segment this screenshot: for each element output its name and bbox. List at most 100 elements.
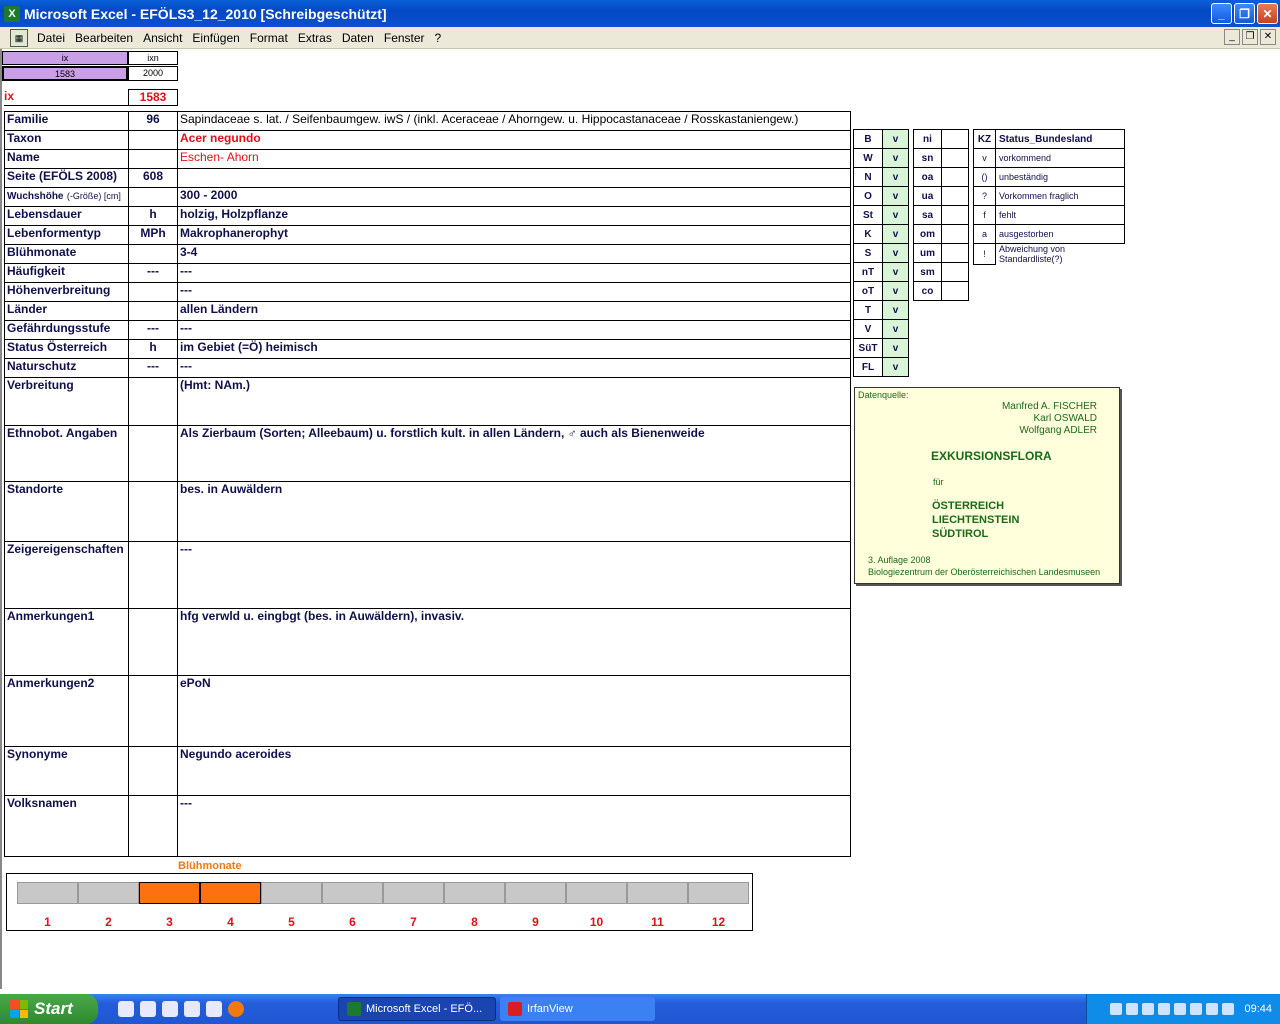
quicklaunch-ie-icon[interactable] bbox=[184, 1001, 200, 1017]
state-code[interactable]: O bbox=[853, 186, 883, 206]
state-code[interactable]: W bbox=[853, 148, 883, 168]
workbook-close-button[interactable]: ✕ bbox=[1260, 29, 1276, 45]
row-label-cell[interactable]: Anmerkungen2 bbox=[4, 675, 129, 747]
state-value[interactable]: v bbox=[882, 243, 909, 263]
region-value[interactable] bbox=[941, 148, 969, 168]
row-value-cell[interactable]: 300 - 2000 bbox=[177, 187, 851, 207]
state-value[interactable]: v bbox=[882, 300, 909, 320]
row-value-cell[interactable]: ePoN bbox=[177, 675, 851, 747]
legend-code[interactable]: a bbox=[973, 224, 996, 244]
quicklaunch-desktop-icon[interactable] bbox=[118, 1001, 134, 1017]
row-label-cell[interactable]: Standorte bbox=[4, 481, 129, 542]
row-value-cell[interactable]: bes. in Auwäldern bbox=[177, 481, 851, 542]
row-code-cell[interactable]: h bbox=[128, 339, 178, 359]
row-value-cell[interactable]: Als Zierbaum (Sorten; Alleebaum) u. fors… bbox=[177, 425, 851, 482]
region-value[interactable] bbox=[941, 129, 969, 149]
state-code[interactable]: oT bbox=[853, 281, 883, 301]
row-code-cell[interactable] bbox=[128, 149, 178, 169]
state-code[interactable]: V bbox=[853, 319, 883, 339]
start-button[interactable]: Start bbox=[0, 994, 98, 1024]
legend-label[interactable]: vorkommend bbox=[995, 148, 1125, 168]
bluehmonate-chart[interactable]: 1 2 3 4 5 6 7 8 9 10 11 12 bbox=[6, 873, 753, 931]
row-label-cell[interactable]: Name bbox=[4, 149, 129, 169]
row-code-cell[interactable] bbox=[128, 244, 178, 264]
row-value-cell[interactable]: Eschen- Ahorn bbox=[177, 149, 851, 169]
row-label-cell[interactable]: Lebenformentyp bbox=[4, 225, 129, 245]
legend-header-code[interactable]: KZ bbox=[973, 129, 996, 149]
row-value-cell[interactable]: Sapindaceae s. lat. / Seifenbaumgew. iwS… bbox=[177, 111, 851, 131]
row-code-cell[interactable] bbox=[128, 425, 178, 482]
row-label-cell[interactable]: Höhenverbreitung bbox=[4, 282, 129, 302]
state-code[interactable]: N bbox=[853, 167, 883, 187]
region-value[interactable] bbox=[941, 243, 969, 263]
ixn-header-cell[interactable]: ixn bbox=[128, 51, 178, 65]
region-value[interactable] bbox=[941, 205, 969, 225]
menu-ansicht[interactable]: Ansicht bbox=[138, 31, 187, 45]
row-label-cell[interactable]: Lebensdauer bbox=[4, 206, 129, 226]
row-label-cell[interactable]: Synonyme bbox=[4, 746, 129, 796]
state-value[interactable]: v bbox=[882, 129, 909, 149]
row-code-cell[interactable]: --- bbox=[128, 358, 178, 378]
shield-icon[interactable] bbox=[1174, 1003, 1187, 1015]
state-value[interactable]: v bbox=[882, 338, 909, 358]
state-code[interactable]: T bbox=[853, 300, 883, 320]
region-value[interactable] bbox=[941, 167, 969, 187]
region-code[interactable]: sn bbox=[913, 148, 942, 168]
row-label-cell[interactable]: Taxon bbox=[4, 130, 129, 150]
info-icon[interactable] bbox=[1206, 1003, 1219, 1015]
state-code[interactable]: St bbox=[853, 205, 883, 225]
state-code[interactable]: K bbox=[853, 224, 883, 244]
row-code-cell[interactable] bbox=[128, 481, 178, 542]
legend-code[interactable]: ? bbox=[973, 186, 996, 206]
row-code-cell[interactable] bbox=[128, 282, 178, 302]
state-code[interactable]: S bbox=[853, 243, 883, 263]
row-label-cell[interactable]: Naturschutz bbox=[4, 358, 129, 378]
state-code[interactable]: B bbox=[853, 129, 883, 149]
region-code[interactable]: sm bbox=[913, 262, 942, 282]
region-code[interactable]: um bbox=[913, 243, 942, 263]
task-irfanview[interactable]: IrfanView bbox=[500, 997, 655, 1021]
task-excel[interactable]: Microsoft Excel - EFÖ... bbox=[338, 997, 496, 1021]
security-icon[interactable] bbox=[1158, 1003, 1171, 1015]
region-code[interactable]: sa bbox=[913, 205, 942, 225]
legend-header-label[interactable]: Status_Bundesland bbox=[995, 129, 1125, 149]
menu-extras[interactable]: Extras bbox=[293, 31, 337, 45]
quicklaunch-firefox-icon[interactable] bbox=[228, 1001, 244, 1017]
workbook-restore-button[interactable]: ❐ bbox=[1242, 29, 1258, 45]
state-value[interactable]: v bbox=[882, 319, 909, 339]
region-code[interactable]: co bbox=[913, 281, 942, 301]
state-value[interactable]: v bbox=[882, 167, 909, 187]
legend-code[interactable]: v bbox=[973, 148, 996, 168]
quicklaunch-media-icon[interactable] bbox=[162, 1001, 178, 1017]
row-value-cell[interactable]: (Hmt: NAm.) bbox=[177, 377, 851, 426]
legend-label[interactable]: fehlt bbox=[995, 205, 1125, 225]
row-code-cell[interactable] bbox=[128, 746, 178, 796]
row-value-cell[interactable]: allen Ländern bbox=[177, 301, 851, 321]
menu-daten[interactable]: Daten bbox=[337, 31, 379, 45]
row-label-cell[interactable]: Ethnobot. Angaben bbox=[4, 425, 129, 482]
legend-code[interactable]: ! bbox=[973, 243, 996, 265]
row-label-cell[interactable]: Zeigereigenschaften bbox=[4, 541, 129, 609]
row-code-cell[interactable] bbox=[128, 675, 178, 747]
ix-header-cell[interactable]: ix bbox=[2, 51, 128, 65]
state-value[interactable]: v bbox=[882, 205, 909, 225]
quicklaunch-explorer-icon[interactable] bbox=[140, 1001, 156, 1017]
row-code-cell[interactable] bbox=[128, 301, 178, 321]
region-code[interactable]: ua bbox=[913, 186, 942, 206]
volume-icon[interactable] bbox=[1126, 1003, 1139, 1015]
row-value-cell[interactable]: --- bbox=[177, 795, 851, 857]
row-value-cell[interactable]: Acer negundo bbox=[177, 130, 851, 150]
region-code[interactable]: om bbox=[913, 224, 942, 244]
row-label-cell[interactable]: Länder bbox=[4, 301, 129, 321]
row-code-cell[interactable] bbox=[128, 187, 178, 207]
row-label-cell[interactable]: Verbreitung bbox=[4, 377, 129, 426]
state-code[interactable]: FL bbox=[853, 357, 883, 377]
menu-fenster[interactable]: Fenster bbox=[379, 31, 430, 45]
restore-button[interactable]: ❐ bbox=[1234, 3, 1255, 24]
search-icon[interactable] bbox=[1142, 1003, 1155, 1015]
menu-einfuegen[interactable]: Einfügen bbox=[187, 31, 244, 45]
state-code[interactable]: nT bbox=[853, 262, 883, 282]
row-code-cell[interactable]: --- bbox=[128, 263, 178, 283]
row-value-cell[interactable]: 3-4 bbox=[177, 244, 851, 264]
excel-icon[interactable]: X bbox=[4, 5, 20, 22]
